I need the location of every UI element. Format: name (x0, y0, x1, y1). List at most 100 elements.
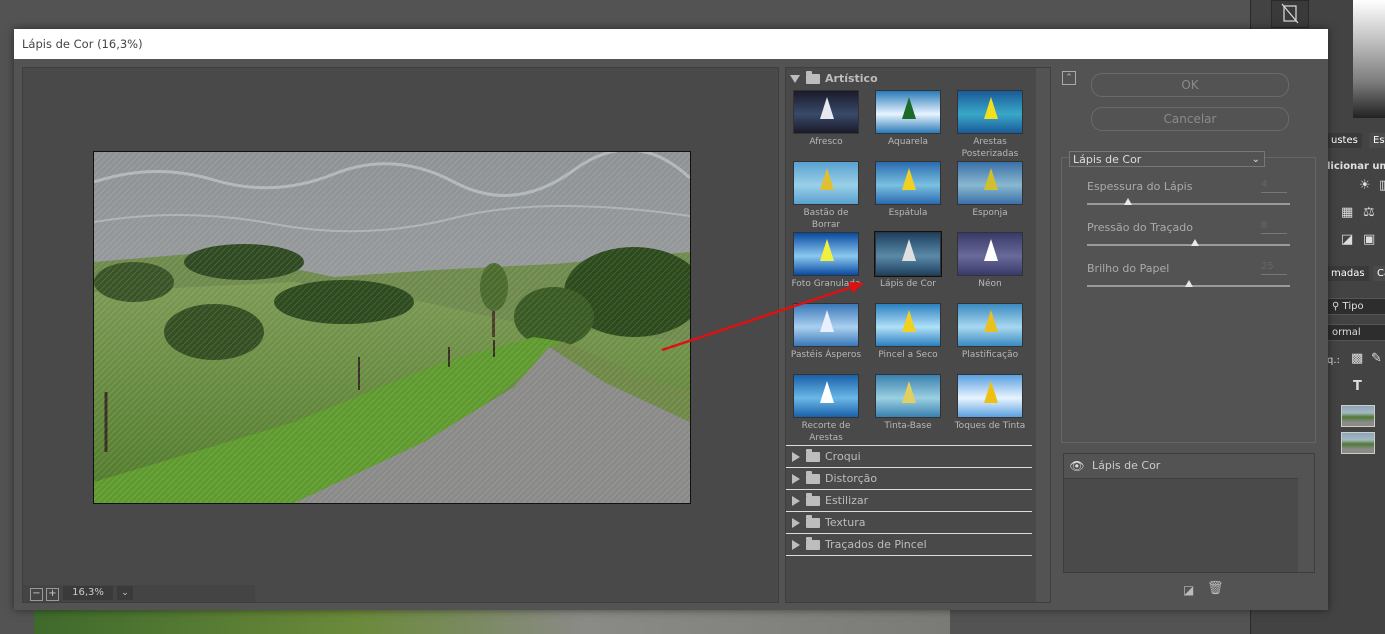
eye-icon[interactable]: 👁 (1068, 459, 1086, 473)
thickness-slider[interactable] (1087, 203, 1290, 205)
sailboat-icon (902, 239, 916, 261)
threshold-icon[interactable]: ▣ (1363, 232, 1375, 247)
brightness-slider-handle[interactable] (1184, 280, 1193, 287)
category-croqui[interactable]: Croqui (786, 445, 1032, 467)
chevron-right-icon (792, 518, 800, 528)
invert-icon[interactable]: ◪ (1341, 232, 1353, 247)
zoom-in-button[interactable]: + (46, 588, 59, 601)
filter-thumbnail-image (793, 90, 859, 134)
folder-icon (806, 537, 820, 550)
chevron-down-icon (790, 75, 800, 83)
preview-image[interactable] (93, 151, 691, 504)
category-artistico[interactable]: Artístico (786, 70, 1036, 88)
filter-thumb-14[interactable]: Toques de Tinta (952, 374, 1028, 432)
category-estilizar[interactable]: Estilizar (786, 489, 1032, 511)
pressure-slider[interactable] (1087, 244, 1290, 246)
filter-label: Tinta-Base (884, 421, 932, 431)
filter-thumb-3[interactable]: Bastão de Borrar (788, 161, 864, 231)
folder-icon (806, 449, 820, 462)
thickness-value[interactable]: 4 (1261, 178, 1287, 193)
sailboat-icon (984, 381, 998, 403)
hue-grid-icon[interactable]: ▦ (1341, 205, 1353, 220)
color-picker-gradient[interactable] (1353, 0, 1385, 118)
lock-brush-icon[interactable]: ✎ (1371, 351, 1382, 366)
chevron-down-icon: ⌄ (121, 588, 129, 598)
collapse-browser-button[interactable]: ⌃ (1062, 71, 1076, 85)
filter-thumb-2[interactable]: Arestas Posterizadas (952, 90, 1028, 160)
filter-thumb-12[interactable]: Recorte de Arestas (788, 374, 864, 444)
effect-layer-name: Lápis de Cor (1092, 459, 1161, 472)
tab-channels[interactable]: Ca (1373, 266, 1385, 281)
cancel-button[interactable]: Cancelar (1091, 107, 1289, 131)
sailboat-icon (820, 310, 834, 332)
filter-thumbnail-image (793, 232, 859, 276)
category-textura[interactable]: Textura (786, 511, 1032, 533)
trash-icon[interactable]: 🗑 (1207, 581, 1224, 596)
filter-thumb-5[interactable]: Esponja (952, 161, 1028, 219)
sailboat-icon (902, 97, 916, 119)
effect-layers-list: 👁 Lápis de Cor (1063, 453, 1315, 573)
filter-thumbnail-image (875, 374, 941, 418)
layer-kind-filter[interactable]: ⚲ Tipo (1327, 298, 1385, 315)
filter-thumb-10[interactable]: Pincel a Seco (870, 303, 946, 361)
layer-kind-label: Tipo (1342, 301, 1364, 312)
filter-thumb-9[interactable]: Pastéis Ásperos (788, 303, 864, 361)
filter-thumb-0[interactable]: Afresco (788, 90, 864, 148)
category-distorcao[interactable]: Distorção (786, 467, 1032, 489)
ok-button[interactable]: OK (1091, 73, 1289, 97)
lock-transparent-icon[interactable]: ▩ (1351, 351, 1363, 366)
zoom-bar: − + 16,3% ⌄ (23, 585, 255, 602)
filter-label: Toques de Tinta (954, 421, 1026, 431)
chevron-down-icon: ⌄ (1251, 154, 1260, 165)
zoom-out-button[interactable]: − (30, 588, 43, 601)
filter-label: Bastão de Borrar (803, 208, 849, 230)
filter-thumb-6[interactable]: Foto Granulada (788, 232, 864, 290)
pressure-value[interactable]: 8 (1261, 219, 1287, 234)
filter-thumb-8[interactable]: Néon (952, 232, 1028, 290)
new-effect-layer-icon[interactable]: ◪ (1183, 583, 1194, 597)
sailboat-icon (902, 381, 916, 403)
sailboat-icon (984, 310, 998, 332)
pressure-slider-handle[interactable] (1190, 239, 1199, 246)
balance-icon[interactable]: ⚖ (1363, 205, 1375, 220)
filter-label: Pastéis Ásperos (790, 350, 862, 360)
category-label: Textura (825, 516, 866, 529)
category-label: Distorção (825, 472, 878, 485)
add-adjustment-label: licionar um (1327, 161, 1385, 172)
category-tracados-de-pincel[interactable]: Traçados de Pincel (786, 533, 1032, 556)
zoom-dropdown-button[interactable]: ⌄ (117, 586, 133, 600)
filter-thumbnail-image (957, 374, 1023, 418)
tab-layers[interactable]: madas (1327, 266, 1369, 281)
filter-thumb-1[interactable]: Aquarela (870, 90, 946, 148)
layer-thumbnail-2[interactable] (1341, 432, 1375, 454)
dialog-title: Lápis de Cor (16,3%) (14, 29, 1328, 59)
preview-panel: − + 16,3% ⌄ (22, 67, 779, 603)
sailboat-icon (820, 381, 834, 403)
brightness-icon[interactable]: ☀ (1359, 178, 1371, 193)
tab-styles[interactable]: Esti (1369, 133, 1385, 148)
zoom-level-field[interactable]: 16,3% (63, 586, 113, 600)
filter-label: Afresco (809, 137, 843, 147)
filter-thumb-13[interactable]: Tinta-Base (870, 374, 946, 432)
layers-scrollbar[interactable] (1298, 454, 1314, 572)
tab-adjustments[interactable]: ustes (1327, 133, 1362, 148)
layer-thumbnail-1[interactable] (1341, 405, 1375, 427)
filter-label: Pincel a Seco (878, 350, 938, 360)
category-label: Artístico (825, 72, 878, 85)
filter-select[interactable]: Lápis de Cor ⌄ (1069, 151, 1265, 167)
effect-layer-row[interactable]: 👁 Lápis de Cor (1064, 454, 1298, 479)
sailboat-icon (820, 97, 834, 119)
brightness-value[interactable]: 25 (1261, 260, 1287, 275)
filter-thumbnail-image (957, 161, 1023, 205)
levels-icon[interactable]: ▥ (1379, 178, 1385, 193)
sailboat-icon (820, 239, 834, 261)
filter-thumb-7[interactable]: Lápis de Cor (870, 231, 946, 290)
filter-thumb-11[interactable]: Plastificação (952, 303, 1028, 361)
folder-icon (806, 515, 820, 528)
thickness-slider-handle[interactable] (1123, 198, 1132, 205)
transform-tool-button[interactable] (1271, 0, 1309, 28)
browser-scrollbar[interactable] (1036, 68, 1050, 602)
thickness-label: Espessura do Lápis (1087, 180, 1193, 193)
filter-thumb-4[interactable]: Espátula (870, 161, 946, 219)
blend-mode-select[interactable]: ormal (1327, 324, 1385, 341)
